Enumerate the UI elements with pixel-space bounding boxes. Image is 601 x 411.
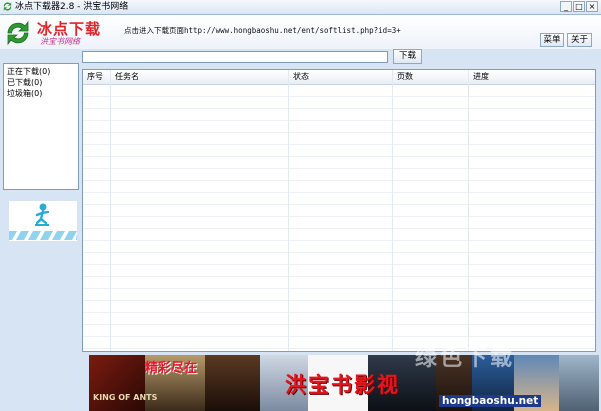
minimize-button[interactable]: _ xyxy=(560,1,572,12)
menu-button[interactable]: 菜单 xyxy=(540,33,564,47)
maximize-button[interactable]: □ xyxy=(573,1,585,12)
app-icon xyxy=(3,1,12,12)
title-bar: 冰点下载器2.8 - 洪宝书网络 _ □ × xyxy=(0,0,601,15)
poster-caption: KING OF ANTS xyxy=(93,393,158,402)
task-table[interactable]: 序号 任务名 状态 页数 进度 xyxy=(82,69,596,352)
poster-image xyxy=(559,355,599,411)
sidebar-item-downloading[interactable]: 正在下载(0) xyxy=(7,66,75,77)
column-header-pages[interactable]: 页数 xyxy=(393,70,469,84)
category-sidebar: 正在下载(0) 已下载(0) 垃圾箱(0) xyxy=(3,63,79,190)
column-header-progress[interactable]: 进度 xyxy=(469,70,595,84)
window-title: 冰点下载器2.8 - 洪宝书网络 xyxy=(15,2,129,12)
poster-image xyxy=(205,355,260,411)
banner-url[interactable]: hongbaoshu.net xyxy=(439,395,542,407)
app-header: 冰点下载 洪宝书网络 点击进入下载页面http://www.hongbaoshu… xyxy=(0,15,601,49)
download-page-link[interactable]: 点击进入下载页面http://www.hongbaoshu.net/ent/so… xyxy=(124,25,401,36)
watermark-text: 绿色下载 xyxy=(415,346,516,371)
close-button[interactable]: × xyxy=(586,1,598,12)
column-divider xyxy=(288,70,289,351)
about-button[interactable]: 关于 xyxy=(567,33,592,47)
skater-animation-icon xyxy=(9,201,77,241)
column-header-status[interactable]: 状态 xyxy=(289,70,393,84)
column-divider xyxy=(468,70,469,351)
poster-image xyxy=(89,355,145,411)
column-header-index[interactable]: 序号 xyxy=(83,70,111,84)
column-header-task-name[interactable]: 任务名 xyxy=(111,70,289,84)
refresh-arrows-icon xyxy=(7,20,29,46)
column-divider xyxy=(110,70,111,351)
sidebar-item-downloaded[interactable]: 已下载(0) xyxy=(7,77,75,88)
ad-banner[interactable]: KING OF ANTS 精彩尽在 洪宝书影视 hongbaoshu.net xyxy=(89,355,599,411)
url-input[interactable] xyxy=(82,51,388,63)
banner-site-name: 洪宝书影视 xyxy=(285,373,400,397)
logo-subtitle: 洪宝书网络 xyxy=(40,37,80,46)
sidebar-item-trash[interactable]: 垃圾箱(0) xyxy=(7,88,75,99)
column-divider xyxy=(392,70,393,351)
download-button[interactable]: 下载 xyxy=(393,49,422,64)
table-header: 序号 任务名 状态 页数 进度 xyxy=(83,70,595,85)
banner-slogan: 精彩尽在 xyxy=(145,361,198,376)
